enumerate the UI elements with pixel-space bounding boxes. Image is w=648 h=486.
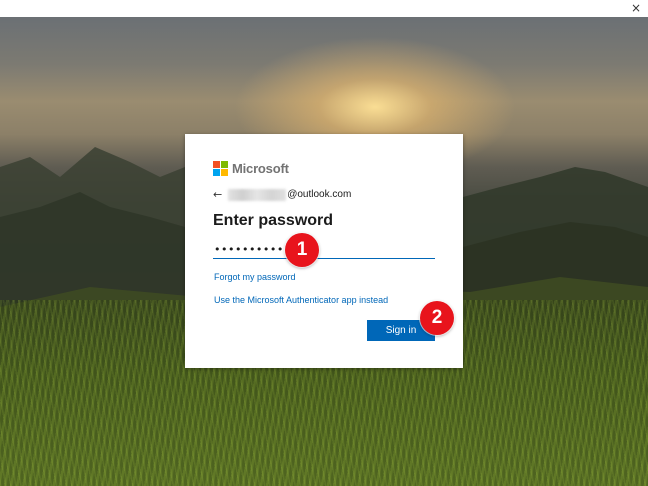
- close-button[interactable]: ×: [628, 1, 644, 15]
- step-1-badge: 1: [285, 233, 319, 267]
- forgot-password-link[interactable]: Forgot my password: [214, 272, 296, 282]
- account-identity: ← @outlook.com: [213, 188, 351, 201]
- redacted-username: [228, 188, 287, 201]
- brand-name: Microsoft: [232, 161, 289, 176]
- email-domain: @outlook.com: [287, 189, 352, 200]
- password-field[interactable]: [213, 240, 435, 259]
- signin-dialog: Microsoft ← @outlook.com Enter password …: [185, 134, 463, 368]
- step-2-badge: 2: [420, 301, 454, 335]
- back-arrow-icon[interactable]: ←: [213, 188, 222, 201]
- authenticator-app-link[interactable]: Use the Microsoft Authenticator app inst…: [214, 295, 388, 305]
- app-window: × Microsoft ← @outlook.com Enter passwor…: [0, 0, 648, 486]
- page-title: Enter password: [213, 212, 334, 229]
- microsoft-logo-icon: [213, 161, 228, 176]
- title-bar: ×: [0, 0, 648, 17]
- microsoft-logo: Microsoft: [213, 161, 289, 176]
